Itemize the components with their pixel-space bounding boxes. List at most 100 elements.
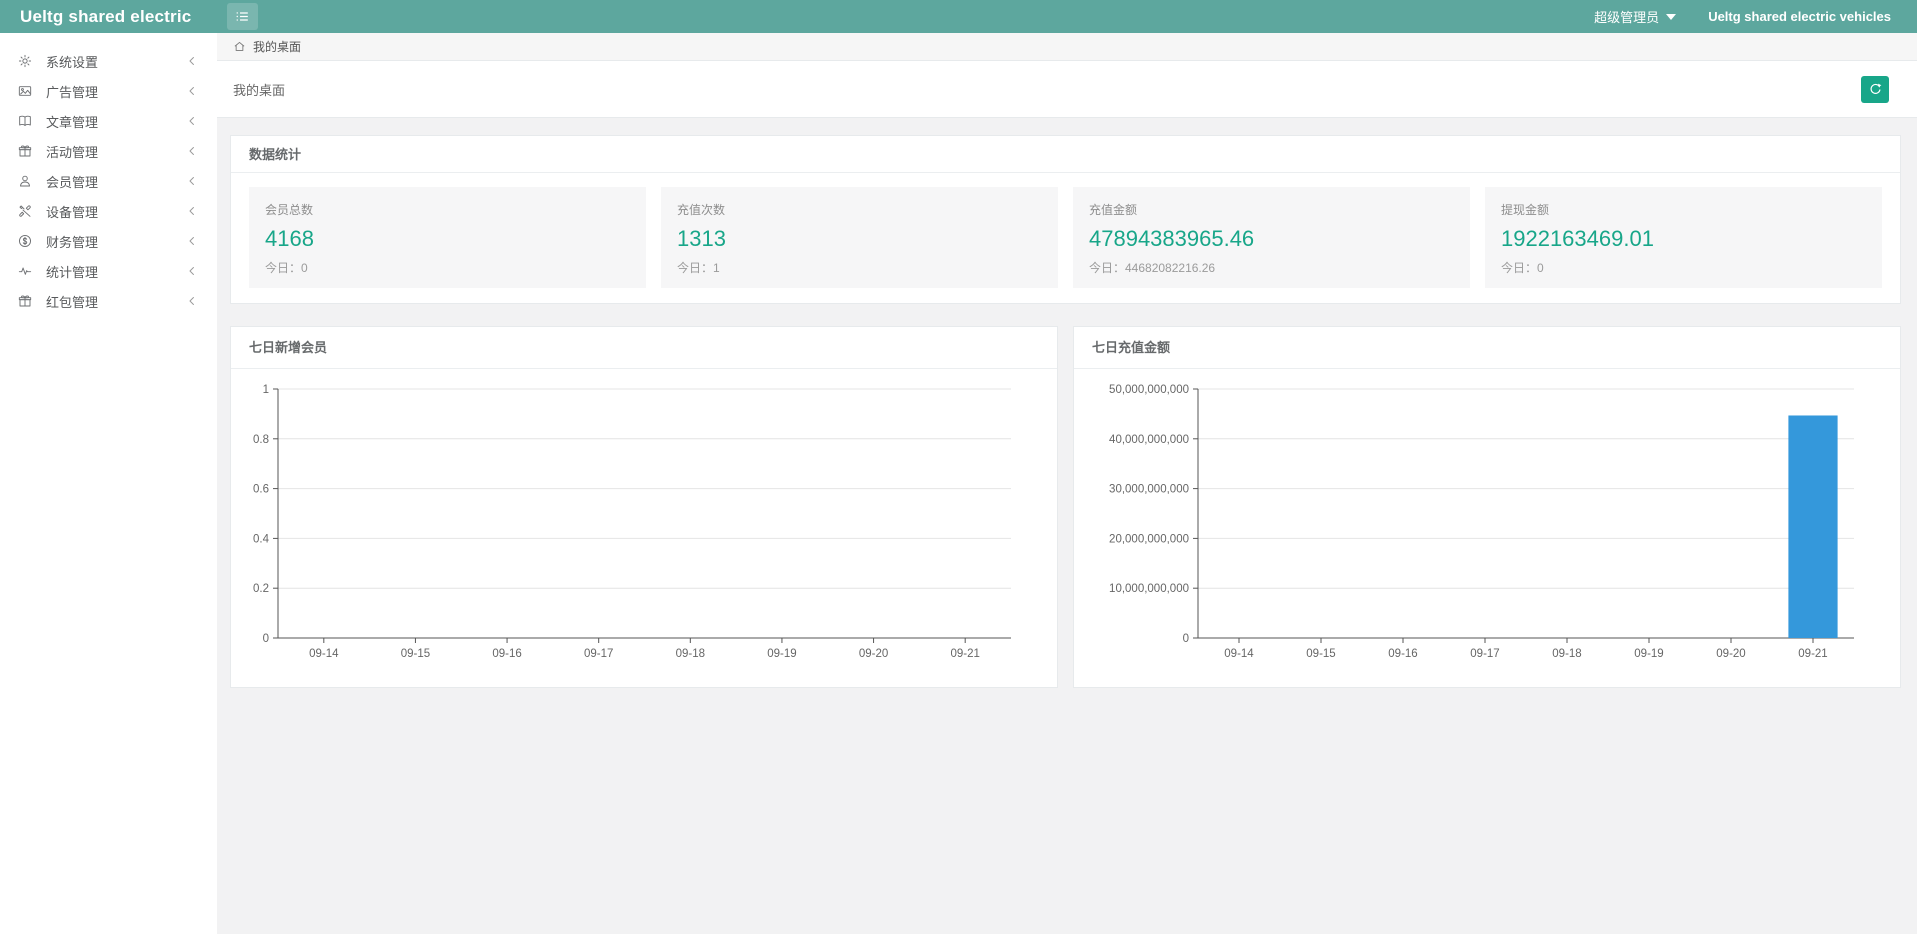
caret-down-icon: [1666, 14, 1676, 20]
desk-panel-header: 我的桌面: [217, 61, 1917, 118]
stat-card-value: 4168: [265, 226, 630, 252]
y-tick-label: 10,000,000,000: [1109, 583, 1189, 595]
stats-panel: 数据统计 会员总数4168今日：0充值次数1313今日：1充值金额4789438…: [230, 135, 1901, 304]
x-tick-label: 09-19: [767, 648, 796, 660]
x-tick-label: 09-16: [492, 648, 521, 660]
tools-icon: [17, 203, 33, 219]
stat-card-label: 提现金额: [1501, 201, 1866, 218]
y-tick-label: 0: [263, 633, 269, 645]
x-tick-label: 09-18: [676, 648, 705, 660]
chevron-left-icon: [185, 114, 199, 128]
image-icon: [17, 83, 33, 99]
desk-panel-title: 我的桌面: [233, 80, 285, 99]
stat-card-value: 1313: [677, 226, 1042, 252]
chart-title-recharge-amount: 七日充值金额: [1074, 327, 1900, 369]
chevron-left-icon: [185, 294, 199, 308]
x-tick-label: 09-14: [309, 648, 339, 660]
hamburger-list-icon: [234, 8, 251, 25]
stat-card-label: 充值次数: [677, 201, 1042, 218]
chart-line-new-members: 0 0.2 0.4 0.6 0.8 1 09-14 09-15 09-16 09-17 09-18 0…: [231, 369, 1055, 687]
gift-icon: [17, 143, 33, 159]
refresh-button[interactable]: [1861, 76, 1889, 103]
pulse-icon: [17, 263, 33, 279]
sidebar-item-activity-management[interactable]: 活动管理: [0, 136, 217, 166]
home-icon: [233, 40, 246, 53]
stat-card-today: 今日：0: [265, 259, 630, 276]
stat-card-recharge-count: 充值次数 1313 今日：1: [661, 187, 1058, 288]
sidebar-item-system-settings[interactable]: 系统设置: [0, 46, 217, 76]
x-tick-label: 09-17: [584, 648, 613, 660]
x-tick-label: 09-18: [1552, 648, 1581, 660]
breadcrumb[interactable]: 我的桌面: [217, 33, 1917, 61]
app-title: Ueltg shared electric: [0, 7, 217, 27]
sidebar-item-label: 财务管理: [46, 232, 185, 251]
chart-panel-recharge-amount: 七日充值金额 010,000,000,00020,000,000,00030,0…: [1073, 326, 1901, 688]
main-content: 我的桌面 我的桌面 数据统计 会员总数4168今日：0充值次数1313今日：1充…: [217, 33, 1917, 934]
stat-card-value: 1922163469.01: [1501, 226, 1866, 252]
x-tick-label: 09-19: [1634, 648, 1663, 660]
stats-body: 会员总数 4168 今日：0 充值次数 1313 今日：1 充值金额 47894383965.…: [231, 173, 1900, 303]
y-tick-label: 30,000,000,000: [1109, 484, 1189, 496]
sidebar-item-label: 红包管理: [46, 292, 185, 311]
chevron-left-icon: [185, 204, 199, 218]
y-tick-label: 0: [1183, 633, 1189, 645]
content-area: 数据统计 会员总数4168今日：0充值次数1313今日：1充值金额4789438…: [217, 118, 1917, 688]
y-tick-label: 40,000,000,000: [1109, 434, 1189, 446]
sidebar-toggle-button[interactable]: [227, 3, 258, 30]
x-tick-label: 09-20: [859, 648, 888, 660]
chevron-left-icon: [185, 144, 199, 158]
stat-card-recharge-amount: 充值金额 47894383965.46 今日：44682082216.26: [1073, 187, 1470, 288]
stat-card-today: 今日：44682082216.26: [1089, 259, 1454, 276]
chart-title-new-members: 七日新增会员: [231, 327, 1057, 369]
chart-panel-new-members: 七日新增会员 0 0.2 0.4 0.6 0.8 1 09-14 09-15 09-16 09-1…: [230, 326, 1058, 688]
sidebar-item-ad-management[interactable]: 广告管理: [0, 76, 217, 106]
sidebar-item-label: 统计管理: [46, 262, 185, 281]
stat-card-today: 今日：1: [677, 259, 1042, 276]
x-tick-label: 09-21: [950, 648, 979, 660]
sidebar-item-finance-management[interactable]: 财务管理: [0, 226, 217, 256]
header-right: 超级管理员 Ueltg shared electric vehicles: [1594, 7, 1917, 26]
user-role-label: 超级管理员: [1594, 7, 1659, 26]
y-tick-label: 0.2: [253, 583, 269, 595]
y-tick-label: 1: [263, 384, 269, 396]
user-role-dropdown[interactable]: 超级管理员: [1594, 7, 1676, 26]
y-tick-label: 0.8: [253, 434, 269, 446]
stat-card-label: 会员总数: [265, 201, 630, 218]
sidebar: 系统设置广告管理文章管理活动管理会员管理设备管理财务管理统计管理红包管理: [0, 33, 217, 934]
stat-card-today: 今日：0: [1501, 259, 1866, 276]
sidebar-item-statistics-management[interactable]: 统计管理: [0, 256, 217, 286]
y-tick-label: 0.4: [253, 533, 270, 545]
sidebar-item-device-management[interactable]: 设备管理: [0, 196, 217, 226]
sidebar-item-red-packet-management[interactable]: 红包管理: [0, 286, 217, 316]
page: { "colors": { "header_bg": "#5da79e", "a…: [0, 0, 1917, 934]
y-tick-label: 50,000,000,000: [1109, 384, 1189, 396]
x-tick-label: 09-15: [401, 648, 430, 660]
chevron-left-icon: [185, 174, 199, 188]
y-tick-label: 0.6: [253, 484, 269, 496]
stat-card-total-members: 会员总数 4168 今日：0: [249, 187, 646, 288]
chevron-left-icon: [185, 264, 199, 278]
stat-card-withdraw-amount: 提现金额 1922163469.01 今日：0: [1485, 187, 1882, 288]
dollar-icon: [17, 233, 33, 249]
top-header: Ueltg shared electric 超级管理员 Ueltg shared…: [0, 0, 1917, 33]
charts-row: 七日新增会员 0 0.2 0.4 0.6 0.8 1 09-14 09-15 09-16 09-1…: [230, 326, 1901, 688]
sidebar-item-label: 会员管理: [46, 172, 185, 191]
sidebar-menu: 系统设置广告管理文章管理活动管理会员管理设备管理财务管理统计管理红包管理: [0, 46, 217, 316]
red-packet-icon: [17, 293, 33, 309]
refresh-icon: [1868, 82, 1883, 97]
sidebar-item-label: 文章管理: [46, 112, 185, 131]
chevron-left-icon: [185, 54, 199, 68]
stat-cards-row: 会员总数 4168 今日：0 充值次数 1313 今日：1 充值金额 47894383965.…: [249, 187, 1882, 288]
sidebar-item-member-management[interactable]: 会员管理: [0, 166, 217, 196]
chevron-left-icon: [185, 84, 199, 98]
x-tick-label: 09-15: [1306, 648, 1335, 660]
x-tick-label: 09-21: [1798, 648, 1827, 660]
x-tick-label: 09-16: [1388, 648, 1417, 660]
user-icon: [17, 173, 33, 189]
x-tick-label: 09-17: [1470, 648, 1499, 660]
sidebar-item-article-management[interactable]: 文章管理: [0, 106, 217, 136]
breadcrumb-label: 我的桌面: [253, 38, 301, 55]
stat-card-value: 47894383965.46: [1089, 226, 1454, 252]
stat-card-label: 充值金额: [1089, 201, 1454, 218]
org-name: Ueltg shared electric vehicles: [1708, 9, 1891, 24]
